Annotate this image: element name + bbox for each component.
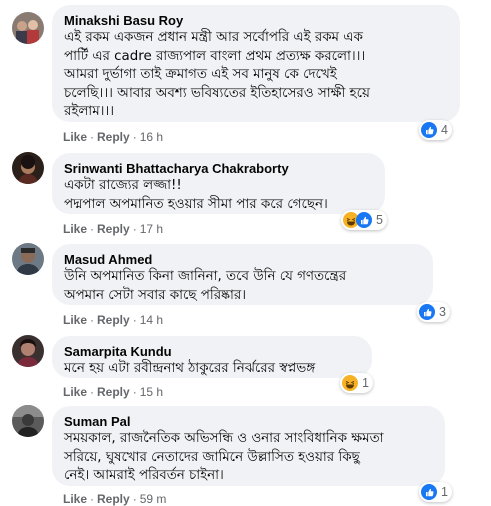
haha-reaction-icon <box>342 375 358 391</box>
separator: · <box>90 130 95 144</box>
reply-link[interactable]: Reply <box>97 313 130 327</box>
reaction-summary[interactable]: 3 <box>417 302 450 322</box>
comment-time[interactable]: 59 m <box>140 492 167 506</box>
reply-link[interactable]: Reply <box>97 130 130 144</box>
comment-bubble: Samarpita Kundu মনে হয় এটা রবীন্দ্রনাথ … <box>52 336 372 378</box>
reply-link[interactable]: Reply <box>97 492 130 506</box>
comment-time[interactable]: 15 h <box>140 385 163 399</box>
avatar[interactable] <box>12 243 44 275</box>
reaction-summary[interactable]: 1 <box>340 373 373 393</box>
comment-author[interactable]: Minakshi Basu Roy <box>64 12 448 29</box>
separator: · <box>132 313 137 327</box>
avatar[interactable] <box>12 12 44 44</box>
avatar[interactable] <box>12 405 44 437</box>
separator: · <box>132 130 137 144</box>
separator: · <box>90 313 95 327</box>
comment-actions: Like · Reply · 16 h <box>63 130 163 144</box>
like-reaction-icon <box>421 122 437 138</box>
like-reaction-icon <box>356 212 372 228</box>
reaction-count: 3 <box>439 305 446 319</box>
separator: · <box>132 492 137 506</box>
like-link[interactable]: Like <box>63 385 87 399</box>
comment-bubble: Masud Ahmed উনি অপমানিত কিনা জানিনা, তবে… <box>52 244 433 305</box>
separator: · <box>90 222 95 236</box>
reaction-count: 1 <box>362 376 369 390</box>
comment-bubble: Suman Pal সময়কাল, রাজনৈতিক অভিসন্ধি ও ও… <box>52 406 445 486</box>
comment-bubble: Minakshi Basu Roy এই রকম একজন প্রধান মন্… <box>52 5 460 122</box>
comment-actions: Like · Reply · 15 h <box>63 385 163 399</box>
separator: · <box>90 492 95 506</box>
reaction-summary[interactable]: 5 <box>341 210 387 230</box>
comment-author[interactable]: Srinwanti Bhattacharya Chakraborty <box>64 160 373 177</box>
comment-text: এই রকম একজন প্রধান মন্ত্রী আর সর্বোপরি এ… <box>64 30 370 119</box>
reaction-count: 5 <box>376 213 383 227</box>
avatar[interactable] <box>12 335 44 367</box>
comment-time[interactable]: 14 h <box>140 313 163 327</box>
reaction-summary[interactable]: 1 <box>419 482 452 502</box>
reply-link[interactable]: Reply <box>97 385 130 399</box>
comment-bubble: Srinwanti Bhattacharya Chakraborty একটা … <box>52 153 385 214</box>
like-link[interactable]: Like <box>63 492 87 506</box>
like-reaction-icon <box>419 304 435 320</box>
comment-text: উনি অপমানিত কিনা জানিনা, তবে উনি যে গণতন… <box>64 269 347 303</box>
separator: · <box>132 222 137 236</box>
comment-text: সময়কাল, রাজনৈতিক অভিসন্ধি ও ওনার সাংবিধ… <box>64 431 384 483</box>
reply-link[interactable]: Reply <box>97 222 130 236</box>
like-link[interactable]: Like <box>63 130 87 144</box>
separator: · <box>90 385 95 399</box>
comment-text: একটা রাজ্যের লজ্জা!! পদ্মপাল অপমানিত হওয… <box>64 178 328 212</box>
avatar[interactable] <box>12 152 44 184</box>
like-link[interactable]: Like <box>63 222 87 236</box>
reaction-count: 4 <box>441 123 448 137</box>
comment-actions: Like · Reply · 17 h <box>63 222 163 236</box>
comment-actions: Like · Reply · 14 h <box>63 313 163 327</box>
comment-text: মনে হয় এটা রবীন্দ্রনাথ ঠাকুরের নির্ঝরের… <box>64 361 316 376</box>
comment-actions: Like · Reply · 59 m <box>63 492 166 506</box>
comment-author[interactable]: Masud Ahmed <box>64 251 421 268</box>
comment-author[interactable]: Suman Pal <box>64 413 433 430</box>
reaction-summary[interactable]: 4 <box>419 120 452 140</box>
like-reaction-icon <box>421 484 437 500</box>
comment-time[interactable]: 17 h <box>140 222 163 236</box>
comment-author[interactable]: Samarpita Kundu <box>64 343 360 360</box>
comment-time[interactable]: 16 h <box>140 130 163 144</box>
like-link[interactable]: Like <box>63 313 87 327</box>
reaction-count: 1 <box>441 485 448 499</box>
separator: · <box>132 385 137 399</box>
